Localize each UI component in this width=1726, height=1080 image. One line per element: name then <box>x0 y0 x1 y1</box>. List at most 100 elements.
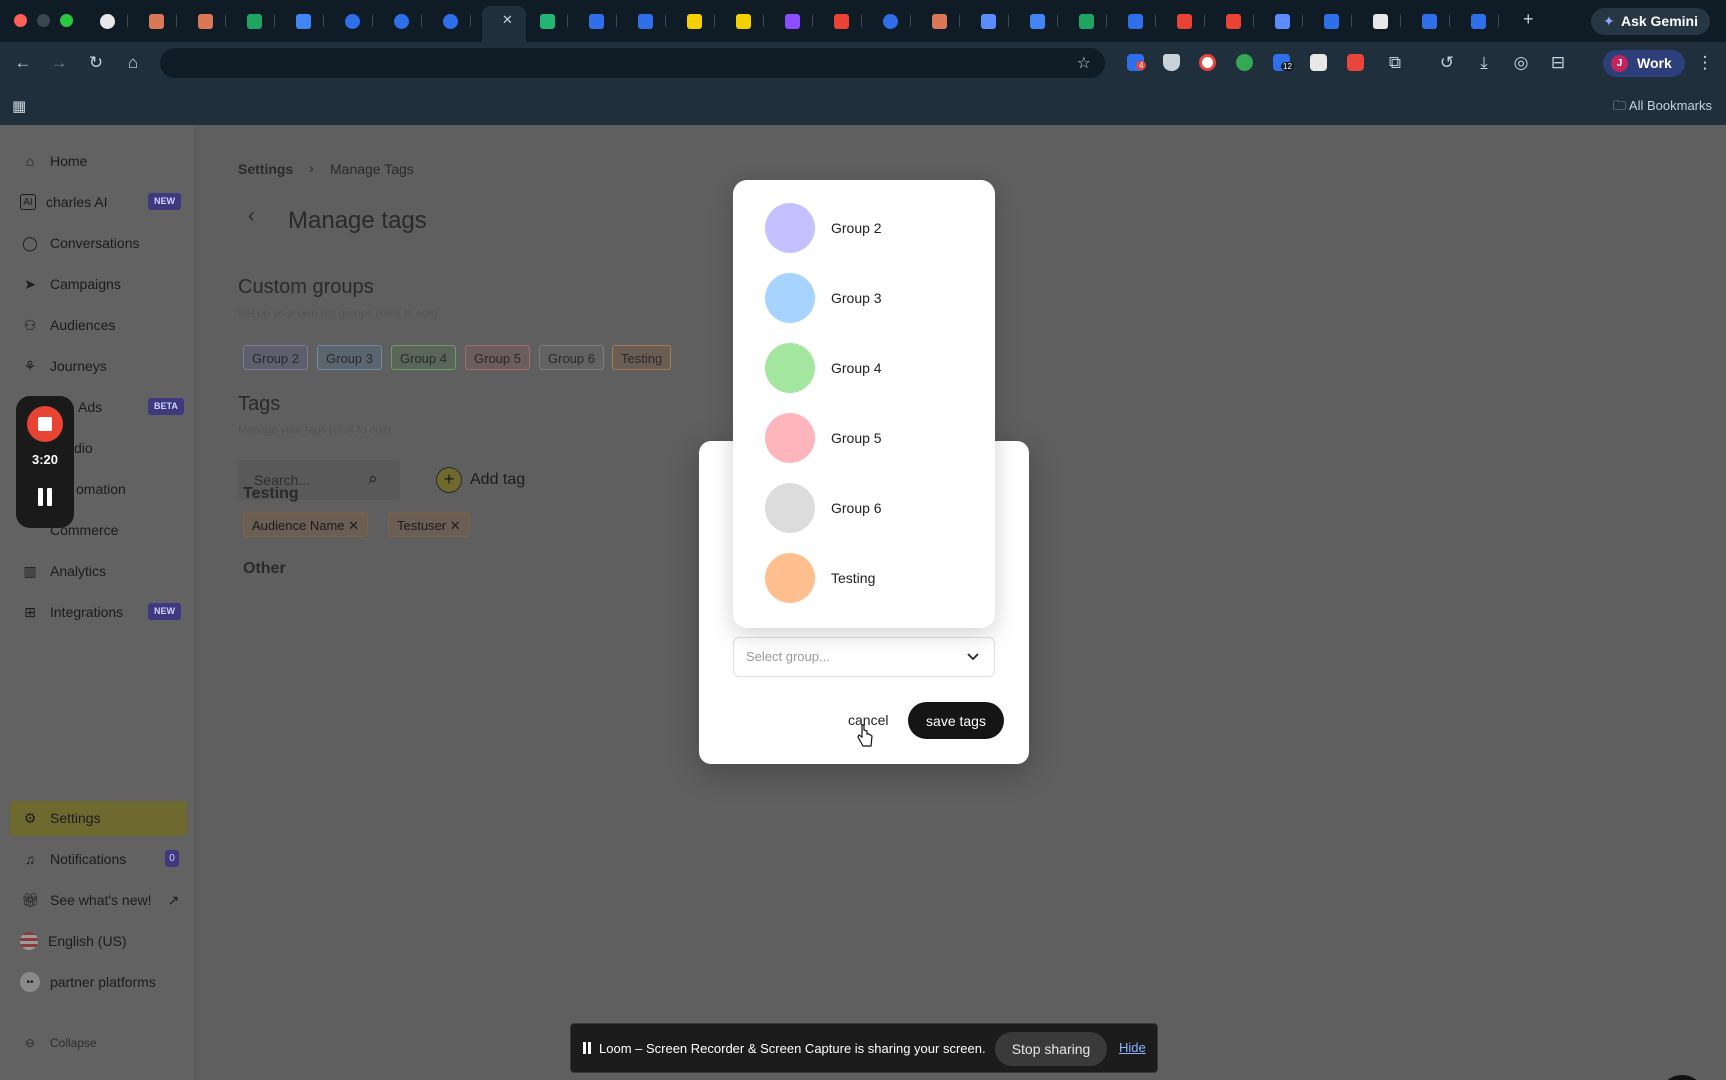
profile-button[interactable]: J Work <box>1603 50 1685 77</box>
tab[interactable] <box>292 10 341 32</box>
tab[interactable] <box>1467 10 1516 32</box>
tab[interactable] <box>830 10 879 32</box>
sidebar-item-automation[interactable]: omation <box>76 478 126 500</box>
bookmark-star-icon[interactable]: ☆ <box>1077 53 1091 73</box>
forward-icon[interactable]: → <box>48 52 70 74</box>
tab[interactable] <box>585 10 634 32</box>
tab[interactable] <box>243 10 292 32</box>
sidebar-item-studio[interactable]: dio <box>74 437 93 459</box>
group-chip[interactable]: Group 3 <box>317 345 382 370</box>
apps-grid-icon[interactable]: ▦ <box>12 97 26 115</box>
new-tab-icon[interactable]: + <box>1523 9 1534 30</box>
sidebar-item-conversations[interactable]: ◯ Conversations <box>20 232 139 254</box>
tab[interactable] <box>194 10 243 32</box>
group-chip[interactable]: Group 5 <box>465 345 530 370</box>
zoom-window-icon[interactable] <box>60 14 73 27</box>
tab[interactable] <box>1075 10 1124 32</box>
support-chat-button[interactable] <box>1658 1075 1706 1080</box>
address-bar[interactable]: ☆ <box>160 48 1105 78</box>
media-icon[interactable]: ◎ <box>1510 52 1532 74</box>
tab[interactable] <box>879 10 928 32</box>
sidebar-item-home[interactable]: ⌂ Home <box>20 150 88 172</box>
active-tab[interactable]: ✕ <box>482 6 526 42</box>
remove-tag-icon[interactable]: ✕ <box>348 518 359 533</box>
add-tag-button[interactable]: + Add tag <box>436 465 525 495</box>
tab[interactable] <box>1026 10 1075 32</box>
stop-recording-button[interactable] <box>27 406 63 442</box>
minimize-window-icon[interactable] <box>37 14 50 27</box>
tab[interactable] <box>145 10 194 32</box>
extension-icon[interactable] <box>1236 54 1253 71</box>
tab[interactable] <box>1271 10 1320 32</box>
tab[interactable] <box>341 10 390 32</box>
stop-sharing-button[interactable]: Stop sharing <box>995 1032 1107 1066</box>
close-window-icon[interactable] <box>14 14 27 27</box>
pause-recording-button[interactable] <box>37 488 53 506</box>
sidebar-item-campaigns[interactable]: ➤ Campaigns <box>20 273 121 295</box>
back-icon[interactable]: ← <box>12 52 34 74</box>
extension-icon[interactable] <box>1347 54 1364 71</box>
tab[interactable] <box>781 10 830 32</box>
sidebar-item-analytics[interactable]: ▥ Analytics <box>20 560 106 582</box>
hide-sharing-bar-button[interactable]: Hide <box>1119 1040 1146 1055</box>
group-chip[interactable]: Group 2 <box>243 345 308 370</box>
tag-chip[interactable]: Testuser ✕ <box>388 512 470 537</box>
group-select[interactable]: Select group... <box>733 637 995 677</box>
tag-chip[interactable]: Audience Name ✕ <box>243 512 369 537</box>
download-icon[interactable]: ⤓ <box>1473 52 1495 74</box>
group-chip[interactable]: Group 4 <box>391 345 456 370</box>
sidebar-collapse-button[interactable]: ⊖ Collapse <box>20 1032 97 1054</box>
back-chevron-icon[interactable]: ‹ <box>248 205 255 228</box>
tab[interactable] <box>1222 10 1271 32</box>
sidebar-item-notifications[interactable]: ♫ Notifications <box>20 848 127 870</box>
tab[interactable] <box>1173 10 1222 32</box>
tab[interactable] <box>1369 10 1418 32</box>
sidebar-item-language[interactable]: English (US) <box>20 930 127 952</box>
tab[interactable] <box>439 10 488 32</box>
all-bookmarks-button[interactable]: 🗀 All Bookmarks <box>1613 97 1712 119</box>
tab[interactable] <box>1320 10 1369 32</box>
group-chip[interactable]: Group 6 <box>539 345 604 370</box>
sidebar-item-partner-platforms[interactable]: •• partner platforms <box>20 971 156 993</box>
reading-icon[interactable]: ⊟ <box>1547 52 1569 74</box>
tab[interactable] <box>732 10 781 32</box>
tab[interactable] <box>1418 10 1467 32</box>
tab[interactable] <box>1124 10 1173 32</box>
tab[interactable] <box>634 10 683 32</box>
tab[interactable] <box>536 10 585 32</box>
home-icon[interactable]: ⌂ <box>122 52 144 74</box>
sidebar-item-settings[interactable]: ⚙ Settings <box>20 807 101 829</box>
breadcrumb-settings[interactable]: Settings <box>238 161 293 177</box>
tab[interactable] <box>96 10 145 32</box>
group-chip[interactable]: Testing <box>612 345 672 370</box>
ask-gemini-button[interactable]: Ask Gemini <box>1590 8 1710 35</box>
group-option[interactable]: Group 5 <box>733 408 995 468</box>
extension-icon[interactable] <box>1310 54 1327 71</box>
tab[interactable] <box>977 10 1026 32</box>
group-option[interactable]: Group 6 <box>733 478 995 538</box>
extension-icon[interactable]: 4 <box>1127 54 1147 71</box>
sidebar-item-ads[interactable]: Ads <box>78 396 102 418</box>
group-option[interactable]: Group 2 <box>733 198 995 258</box>
extension-icon[interactable]: 12 <box>1273 54 1294 71</box>
extension-icon[interactable] <box>1199 54 1216 71</box>
shield-extension-icon[interactable] <box>1163 54 1180 71</box>
extensions-puzzle-icon[interactable]: ⧉ <box>1384 52 1406 74</box>
browser-menu-icon[interactable]: ⋮ <box>1694 52 1716 74</box>
sidebar-item-journeys[interactable]: ⚘ Journeys <box>20 355 107 377</box>
sidebar-item-audiences[interactable]: ⚇ Audiences <box>20 314 116 336</box>
group-option[interactable]: Testing <box>733 548 995 608</box>
tab[interactable] <box>683 10 732 32</box>
close-tab-icon[interactable]: ✕ <box>502 12 513 28</box>
group-option[interactable]: Group 4 <box>733 338 995 398</box>
save-tags-button[interactable]: save tags <box>908 702 1004 739</box>
reload-icon[interactable]: ↻ <box>85 52 107 74</box>
tab[interactable] <box>928 10 977 32</box>
remove-tag-icon[interactable]: ✕ <box>450 518 461 533</box>
history-icon[interactable]: ↺ <box>1436 52 1458 74</box>
group-option[interactable]: Group 3 <box>733 268 995 328</box>
sidebar-item-charles-ai[interactable]: AI charles AI <box>20 191 107 213</box>
tab[interactable] <box>390 10 439 32</box>
sidebar-item-whats-new[interactable]: 🎁︎ See what's new! ↗ <box>20 889 179 911</box>
sidebar-item-integrations[interactable]: ⊞ Integrations <box>20 601 123 623</box>
